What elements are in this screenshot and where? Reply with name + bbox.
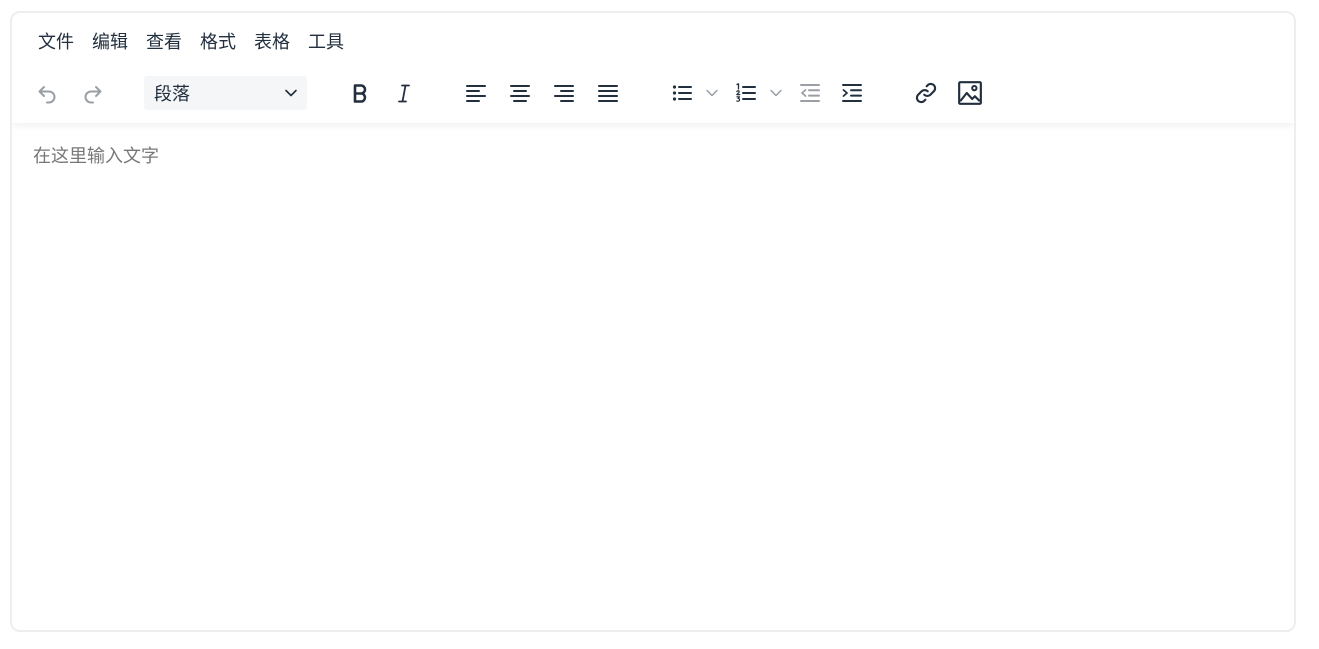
align-justify-icon	[598, 85, 618, 102]
bullet-list-button[interactable]	[665, 73, 699, 113]
insert-image-button[interactable]	[953, 73, 987, 113]
redo-button[interactable]	[76, 73, 110, 113]
outdent-icon	[800, 84, 820, 102]
undo-button[interactable]	[30, 73, 64, 113]
align-right-button[interactable]	[547, 73, 581, 113]
chevron-down-icon	[770, 89, 782, 97]
block-format-select[interactable]: 段落	[144, 76, 307, 110]
insert-link-button[interactable]	[909, 73, 943, 113]
chevron-down-icon	[706, 89, 718, 97]
link-icon	[915, 82, 937, 104]
align-left-button[interactable]	[459, 73, 493, 113]
bullet-list-dropdown[interactable]	[701, 73, 723, 113]
align-justify-button[interactable]	[591, 73, 625, 113]
toolbar: 段落	[12, 73, 1294, 113]
numbered-list-icon	[736, 83, 756, 102]
numbered-list-button[interactable]	[729, 73, 763, 113]
menu-format[interactable]: 格式	[191, 26, 245, 60]
menu-edit[interactable]: 编辑	[83, 26, 137, 60]
align-center-icon	[510, 85, 530, 102]
align-right-icon	[554, 85, 574, 102]
bullet-list-icon	[672, 85, 692, 101]
menu-table[interactable]: 表格	[245, 26, 299, 60]
indent-button[interactable]	[835, 73, 869, 113]
align-center-button[interactable]	[503, 73, 537, 113]
menu-view[interactable]: 查看	[137, 26, 191, 60]
editor-header: 文件 编辑 查看 格式 表格 工具 段落	[12, 13, 1294, 123]
align-left-icon	[466, 85, 486, 102]
indent-icon	[842, 84, 862, 102]
italic-button[interactable]	[387, 73, 421, 113]
undo-icon	[38, 86, 56, 104]
chevron-down-icon	[285, 89, 297, 97]
editor-content-area[interactable]: 在这里输入文字	[12, 123, 1294, 630]
redo-icon	[84, 86, 102, 104]
bold-icon	[353, 84, 367, 103]
numbered-list-dropdown[interactable]	[765, 73, 787, 113]
outdent-button[interactable]	[793, 73, 827, 113]
rich-text-editor: 文件 编辑 查看 格式 表格 工具 段落 在这里输入文字	[10, 11, 1296, 632]
italic-icon	[398, 84, 410, 103]
bold-button[interactable]	[343, 73, 377, 113]
content-placeholder: 在这里输入文字	[33, 146, 159, 167]
menu-tools[interactable]: 工具	[299, 26, 353, 60]
image-icon	[958, 81, 982, 105]
menu-file[interactable]: 文件	[29, 26, 83, 60]
menubar: 文件 编辑 查看 格式 表格 工具	[29, 26, 353, 60]
block-format-value: 段落	[154, 84, 190, 105]
